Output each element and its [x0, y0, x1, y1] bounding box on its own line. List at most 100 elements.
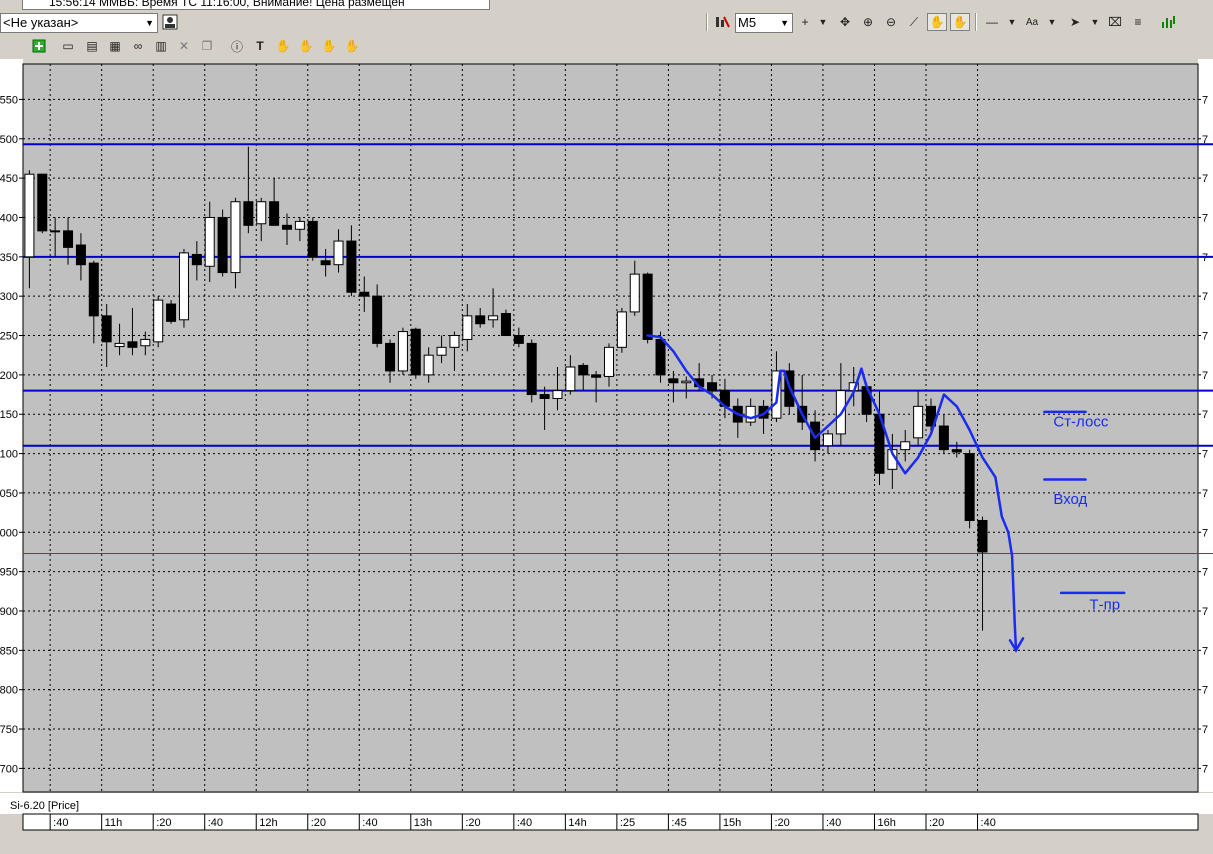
timeframe-select[interactable]: M5 ▼	[735, 13, 793, 33]
copy-icon[interactable]: ❐	[197, 37, 217, 55]
instrument-select-value: <Не указан>	[3, 15, 79, 30]
hands-group-icon[interactable]: ✋	[342, 37, 362, 55]
price-tick-label: 500	[0, 134, 18, 146]
candle-body	[565, 366, 576, 392]
glasses-icon[interactable]: ∞	[128, 37, 148, 55]
table-icon[interactable]: ▦	[105, 37, 125, 55]
add-icon[interactable]	[29, 37, 49, 55]
text-icon[interactable]: T	[250, 37, 270, 55]
cancel-order-icon[interactable]: ✕	[174, 37, 194, 55]
alert-icon[interactable]: ⓘ	[227, 37, 247, 55]
chevron-down-icon: ▼	[780, 18, 789, 28]
candle-body	[938, 425, 949, 451]
text-tool-icon[interactable]: Aa	[1022, 13, 1042, 31]
zoom-in-icon[interactable]: ⊕	[858, 13, 878, 31]
candle-body	[423, 354, 434, 376]
candle-body	[88, 262, 99, 317]
candle-body	[410, 328, 421, 376]
time-tick-label: 14h	[568, 817, 586, 829]
time-tick-label: 11h	[105, 817, 123, 829]
hands-alt-icon[interactable]: ✋	[319, 37, 339, 55]
right-price-tick-label: 7	[1202, 606, 1208, 618]
candle-body	[513, 335, 524, 344]
chart-area: 550 7 500 7 450 7 400 7 350 7 300 7 250 7 200 7 150 7 100 7…	[0, 59, 1213, 854]
crosshair-icon[interactable]: +	[795, 13, 815, 31]
candle-body	[951, 449, 962, 453]
price-chart[interactable]: 550 7 500 7 450 7 400 7 350 7 300 7 250 7 200 7 150 7 100 7…	[0, 59, 1213, 854]
candle-body	[63, 230, 74, 248]
chart-window-icon[interactable]: ▤	[82, 37, 102, 55]
series-label-strip	[0, 793, 1213, 814]
chart-type-icon[interactable]	[1158, 13, 1178, 31]
price-tick-label: 800	[0, 685, 18, 697]
right-price-tick-label: 7	[1202, 173, 1208, 185]
candle-body	[256, 201, 267, 225]
candle-body	[707, 382, 718, 392]
right-price-tick-label: 7	[1202, 724, 1208, 736]
chevron-down-icon[interactable]: ▼	[813, 13, 833, 31]
price-tick-label: 300	[0, 291, 18, 303]
candle-body	[500, 312, 511, 337]
right-price-tick-label: 7	[1202, 291, 1208, 303]
candle-body	[114, 342, 125, 348]
instrument-select[interactable]: <Не указан> ▼	[0, 13, 158, 33]
price-tick-label: 050	[0, 488, 18, 500]
price-tick-label: 750	[0, 724, 18, 736]
candle-body	[436, 346, 447, 356]
price-tick-label: 550	[0, 94, 18, 106]
time-tick-label: :20	[465, 817, 480, 829]
book-icon[interactable]: ▥	[151, 37, 171, 55]
hand-icon[interactable]: ✋	[273, 37, 293, 55]
time-tick-label: 12h	[259, 817, 277, 829]
price-tick-label: 000	[0, 527, 18, 539]
toolbar-separator	[975, 13, 977, 31]
hands-icon[interactable]: ✋	[296, 37, 316, 55]
candle-body	[372, 295, 383, 344]
candle-body	[462, 315, 473, 340]
arrow-tool-icon[interactable]: ➤	[1065, 13, 1085, 31]
ruler-icon[interactable]: ⟋	[904, 13, 924, 31]
zoom-out-icon[interactable]: ⊖	[881, 13, 901, 31]
time-tick-label: :45	[671, 817, 686, 829]
candle-body	[359, 291, 370, 297]
price-tick-label: 450	[0, 173, 18, 185]
annotation-label: Вход	[1053, 491, 1087, 508]
right-price-tick-label: 7	[1202, 763, 1208, 775]
price-tick-label: 700	[0, 763, 18, 775]
candle-body	[745, 405, 756, 423]
candle-body	[578, 364, 589, 376]
time-tick-label: 13h	[414, 817, 432, 829]
properties-icon[interactable]: ≡	[1128, 13, 1148, 31]
candle-body	[913, 405, 924, 439]
eraser-icon[interactable]: ⌧	[1105, 13, 1125, 31]
price-tick-label: 900	[0, 606, 18, 618]
hand-select-icon[interactable]: ✋	[950, 13, 970, 31]
series-label: Si-6.20 [Price]	[10, 800, 80, 812]
window-icon[interactable]: ▭	[58, 37, 78, 55]
chevron-down-icon[interactable]: ▼	[1042, 13, 1062, 31]
candle-body	[591, 374, 602, 378]
candle-body	[101, 315, 112, 343]
window-title: 15:56:14 ММВБ: Время ТС 11:16:00, Вниман…	[22, 0, 490, 10]
move-icon[interactable]: ✥	[835, 13, 855, 31]
time-tick-label: :40	[53, 817, 68, 829]
candle-body	[204, 216, 215, 267]
candle-body	[178, 252, 189, 321]
candle-body	[964, 453, 975, 521]
line-tool-icon[interactable]: —	[982, 13, 1002, 31]
hand-tool-icon[interactable]: ✋	[927, 13, 947, 31]
candle-body	[900, 441, 911, 451]
right-price-tick-label: 7	[1202, 527, 1208, 539]
candle-body	[294, 220, 305, 230]
candle-body	[243, 201, 254, 226]
time-tick-label: :20	[311, 817, 326, 829]
price-tick-label: 400	[0, 212, 18, 224]
candle-body	[642, 273, 653, 340]
portfolio-icon[interactable]	[160, 13, 180, 31]
annotation-label: Т-пр	[1089, 597, 1120, 614]
chevron-down-icon[interactable]: ▼	[1002, 13, 1022, 31]
candle-body	[822, 433, 833, 447]
indicator-icon[interactable]	[712, 13, 732, 31]
chevron-down-icon[interactable]: ▼	[1085, 13, 1105, 31]
candle-body	[127, 341, 138, 348]
